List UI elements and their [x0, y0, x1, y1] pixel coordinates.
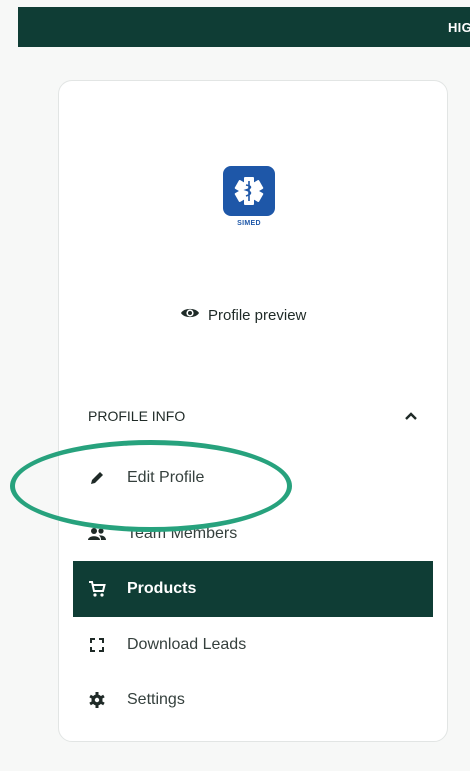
menu-item-label: Edit Profile [127, 469, 205, 486]
menu-item-products[interactable]: Products [73, 561, 433, 617]
logo-caption: SIMED [237, 220, 261, 227]
chevron-up-icon[interactable] [404, 408, 418, 424]
menu-item-label: Team Members [127, 525, 238, 542]
gear-icon [87, 690, 107, 710]
top-bar-text: HIG [447, 20, 470, 35]
menu-item-label: Settings [127, 691, 185, 708]
cart-icon [87, 579, 107, 599]
profile-preview-label: Profile preview [208, 306, 307, 324]
people-icon [87, 524, 107, 544]
eye-icon [180, 306, 200, 324]
menu-item-settings[interactable]: Settings [73, 672, 433, 728]
section-title: PROFILE INFO [88, 408, 186, 424]
company-logo: SIMED [218, 166, 280, 236]
top-bar: HIG [18, 7, 470, 47]
profile-info-section-header[interactable]: PROFILE INFO [88, 406, 418, 426]
pencil-icon [87, 468, 107, 488]
scan-frame-icon [87, 635, 107, 655]
menu-item-edit-profile[interactable]: Edit Profile [73, 450, 433, 506]
menu-item-label: Products [127, 580, 197, 597]
menu-item-label: Download Leads [127, 636, 247, 653]
profile-preview-link[interactable]: Profile preview [180, 304, 306, 326]
star-of-life-icon [223, 166, 275, 216]
menu-item-team-members[interactable]: Team Members [73, 506, 433, 562]
menu-item-download-leads[interactable]: Download Leads [73, 617, 433, 673]
